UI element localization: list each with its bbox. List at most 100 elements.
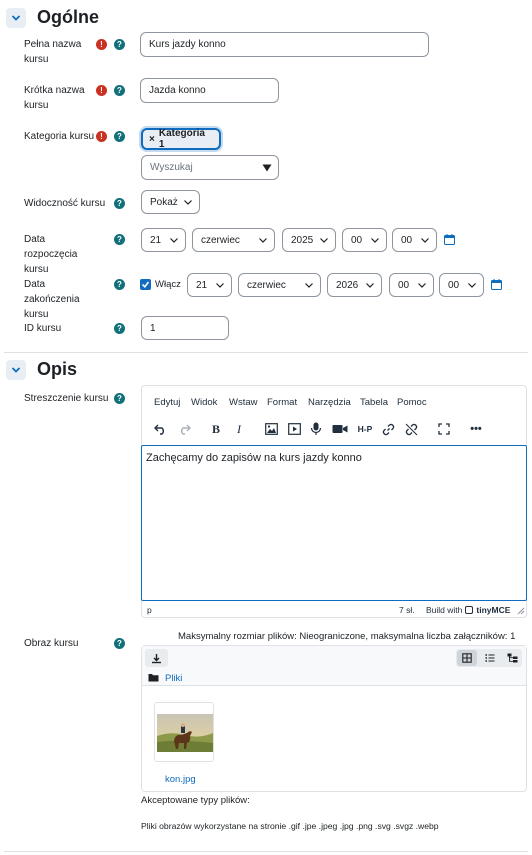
startdate-hour-select[interactable]: 00 xyxy=(342,228,387,252)
section-title-description: Opis xyxy=(37,359,78,379)
chevron-down-icon xyxy=(170,238,178,243)
menu-insert[interactable]: Wstaw xyxy=(229,397,258,408)
remove-chip-icon[interactable]: × xyxy=(149,134,155,145)
list-view-button[interactable] xyxy=(480,650,500,666)
help-icon[interactable]: ? xyxy=(114,39,125,50)
unlink-icon[interactable] xyxy=(403,421,419,437)
enddate-year-select[interactable]: 2026 xyxy=(327,273,382,297)
accepted-types-list: Pliki obrazów wykorzystane na stronie .g… xyxy=(141,821,439,831)
chevron-down-icon xyxy=(259,238,267,243)
check-icon xyxy=(141,281,150,289)
enddate-minute-select[interactable]: 00 xyxy=(439,273,484,297)
collapse-description-button[interactable] xyxy=(6,360,26,380)
h5p-icon[interactable]: H-P xyxy=(356,421,374,437)
video-camera-icon[interactable] xyxy=(332,421,348,437)
startdate-year-select[interactable]: 2025 xyxy=(282,228,336,252)
help-icon[interactable]: ? xyxy=(114,234,125,245)
max-file-info: Maksymalny rozmiar plików: Nieograniczon… xyxy=(178,631,516,642)
menu-view[interactable]: Widok xyxy=(191,397,217,408)
fullname-input[interactable]: Kurs jazdy konno xyxy=(140,32,429,57)
list-icon xyxy=(485,654,495,662)
tree-view-button[interactable] xyxy=(502,650,522,666)
horse-photo xyxy=(157,714,213,752)
category-label: Kategoria kursu xyxy=(24,131,95,142)
startdate-minute-select[interactable]: 00 xyxy=(392,228,437,252)
required-icon: ! xyxy=(96,39,107,50)
undo-icon[interactable] xyxy=(152,421,168,437)
section-divider xyxy=(4,851,528,852)
section-title-general: Ogólne xyxy=(37,7,99,27)
file-thumbnail[interactable] xyxy=(154,702,214,762)
chevron-down-icon xyxy=(11,15,21,21)
bold-icon[interactable]: B xyxy=(208,421,224,437)
enddate-hour-select[interactable]: 00 xyxy=(389,273,434,297)
startdate-month-select[interactable]: czerwiec xyxy=(192,228,275,252)
redo-icon[interactable] xyxy=(176,421,192,437)
menu-tools[interactable]: Narzędzia xyxy=(308,397,351,408)
chevron-down-icon xyxy=(305,283,313,288)
help-icon[interactable]: ? xyxy=(114,198,125,209)
menu-format[interactable]: Format xyxy=(267,397,297,408)
help-icon[interactable]: ? xyxy=(114,85,125,96)
help-icon[interactable]: ? xyxy=(114,638,125,649)
enddate-label: Data zakończenia kursu xyxy=(24,279,80,320)
editor-element-path[interactable]: p xyxy=(147,605,152,615)
editor-branding[interactable]: Build with tinyMCE xyxy=(426,605,510,615)
enddate-enable-label: Włącz xyxy=(155,279,181,290)
enddate-enable-checkbox[interactable] xyxy=(140,279,151,290)
media-icon[interactable] xyxy=(286,421,302,437)
visibility-select[interactable]: Pokaż xyxy=(141,190,200,214)
accepted-types-title: Akceptowane typy plików: xyxy=(141,795,250,806)
fullscreen-icon[interactable] xyxy=(436,421,452,437)
resize-handle-icon[interactable] xyxy=(517,607,525,615)
file-name-link[interactable]: kon.jpg xyxy=(165,774,196,785)
help-icon[interactable]: ? xyxy=(114,393,125,404)
editor-word-count: 7 sł. xyxy=(399,605,415,615)
tinymce-logo-icon xyxy=(465,606,474,614)
category-search[interactable]: Wyszukaj xyxy=(141,155,279,180)
summary-content-area[interactable]: Zachęcamy do zapisów na kurs jazdy konno xyxy=(141,445,527,601)
chevron-down-icon xyxy=(320,238,328,243)
grid-icon xyxy=(462,653,472,663)
enddate-month-select[interactable]: czerwiec xyxy=(238,273,321,297)
collapse-general-button[interactable] xyxy=(6,8,26,28)
chevron-down-icon xyxy=(184,200,192,205)
chevron-down-icon xyxy=(11,367,21,373)
menu-help[interactable]: Pomoc xyxy=(397,397,427,408)
icon-view-button[interactable] xyxy=(457,650,477,666)
help-icon[interactable]: ? xyxy=(114,279,125,290)
folder-breadcrumb[interactable]: Pliki xyxy=(165,673,182,684)
summary-content-text: Zachęcamy do zapisów na kurs jazdy konno xyxy=(146,452,362,464)
enddate-day-select[interactable]: 21 xyxy=(187,273,232,297)
section-divider xyxy=(4,352,528,353)
idnumber-input[interactable]: 1 xyxy=(141,316,229,340)
italic-icon[interactable]: I xyxy=(231,421,247,437)
calendar-icon[interactable] xyxy=(491,279,502,290)
category-chip[interactable]: × Kategoria 1 xyxy=(141,128,221,150)
help-icon[interactable]: ? xyxy=(114,323,125,334)
chevron-down-icon xyxy=(366,283,374,288)
menu-edit[interactable]: Edytuj xyxy=(154,397,180,408)
chevron-down-icon xyxy=(371,238,379,243)
startdate-label: Data rozpoczęcia kursu xyxy=(24,234,78,275)
download-icon xyxy=(152,653,161,663)
fullname-label: Pełna nazwa kursu xyxy=(24,39,82,65)
summary-label: Streszczenie kursu xyxy=(24,393,109,404)
shortname-input[interactable]: Jazda konno xyxy=(140,78,279,103)
chevron-down-icon xyxy=(418,283,426,288)
chevron-down-icon xyxy=(216,283,224,288)
link-icon[interactable] xyxy=(380,421,396,437)
calendar-icon[interactable] xyxy=(444,234,455,245)
required-icon: ! xyxy=(96,131,107,142)
caret-down-icon xyxy=(262,164,272,171)
menu-table[interactable]: Tabela xyxy=(360,397,388,408)
chevron-down-icon xyxy=(421,238,429,243)
download-button[interactable] xyxy=(145,649,168,667)
required-icon: ! xyxy=(96,85,107,96)
microphone-icon[interactable] xyxy=(308,421,324,437)
help-icon[interactable]: ? xyxy=(114,131,125,142)
more-icon[interactable]: ••• xyxy=(468,421,484,437)
shortname-label: Krótka nazwa kursu xyxy=(24,85,85,111)
startdate-day-select[interactable]: 21 xyxy=(141,228,186,252)
image-icon[interactable] xyxy=(263,421,279,437)
